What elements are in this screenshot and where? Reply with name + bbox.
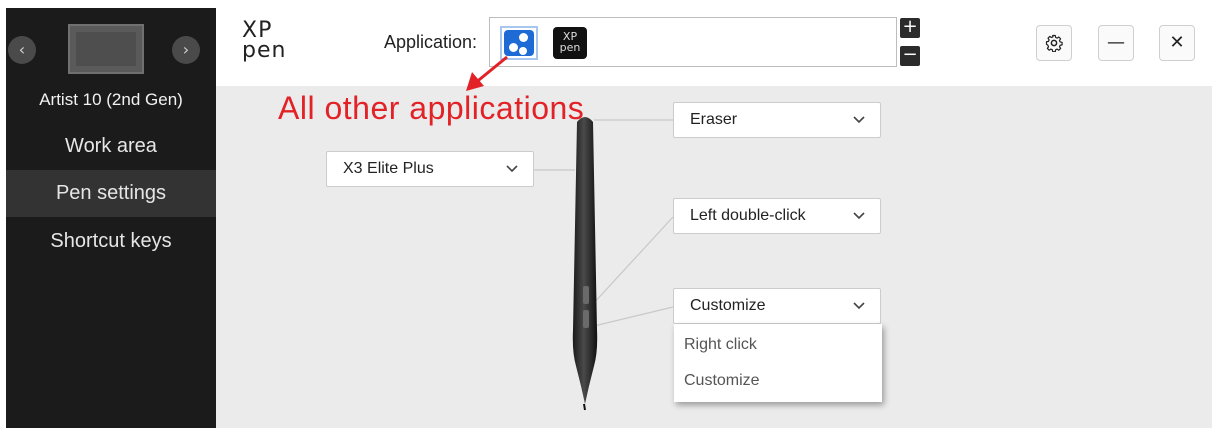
chevron-down-icon	[852, 199, 866, 233]
lower-button-value: Customize	[690, 297, 766, 314]
lower-button-dropdown[interactable]: Customize	[673, 288, 881, 324]
pen-model-value: X3 Elite Plus	[343, 160, 434, 177]
pen-model-dropdown[interactable]: X3 Elite Plus	[326, 151, 534, 187]
logo-line2: pen	[242, 38, 287, 63]
chevron-down-icon	[505, 152, 519, 186]
menu-option-customize[interactable]: Customize	[684, 372, 760, 390]
sidebar-item-shortcut-keys[interactable]: Shortcut keys	[6, 218, 216, 265]
minimize-button[interactable]: —	[1098, 25, 1134, 61]
upper-button-value: Left double-click	[690, 207, 806, 224]
xppen-app-icon[interactable]: XP pen	[553, 27, 587, 59]
top-button-dropdown[interactable]: Eraser	[673, 102, 881, 138]
device-name: Artist 10 (2nd Gen)	[39, 90, 183, 109]
annotation-text: All other applications	[278, 90, 585, 126]
header: XP pen Application: XP pen + − — ✕	[216, 8, 1212, 86]
all-applications-icon[interactable]	[500, 26, 538, 60]
chevron-left-icon[interactable]: ‹	[8, 36, 36, 64]
remove-application-button[interactable]: −	[900, 46, 920, 66]
sidebar-item-work-area[interactable]: Work area	[6, 123, 216, 170]
top-button-value: Eraser	[690, 111, 738, 128]
xppen-app-text2: pen	[559, 41, 581, 54]
device-thumbnail	[68, 24, 144, 74]
settings-button[interactable]	[1036, 25, 1072, 61]
close-button[interactable]: ✕	[1159, 25, 1195, 61]
application-label: Application:	[384, 32, 478, 52]
xppen-logo: XP pen	[242, 20, 292, 64]
application-list: XP pen	[489, 17, 897, 67]
upper-button-dropdown[interactable]: Left double-click	[673, 198, 881, 234]
add-application-button[interactable]: +	[900, 18, 920, 38]
pen-settings-panel: All other applications X3 Elite Plus Era…	[216, 86, 1212, 428]
sidebar-item-pen-settings[interactable]: Pen settings	[6, 170, 216, 217]
gear-icon	[1045, 34, 1063, 53]
chevron-down-icon	[852, 103, 866, 137]
lower-button-options-menu: Right click Customize	[674, 324, 882, 402]
menu-option-right-click[interactable]: Right click	[684, 336, 757, 354]
sidebar: ‹ › Artist 10 (2nd Gen) Work area Pen se…	[6, 8, 216, 428]
chevron-down-icon	[852, 289, 866, 323]
chevron-right-icon[interactable]: ›	[172, 36, 200, 64]
